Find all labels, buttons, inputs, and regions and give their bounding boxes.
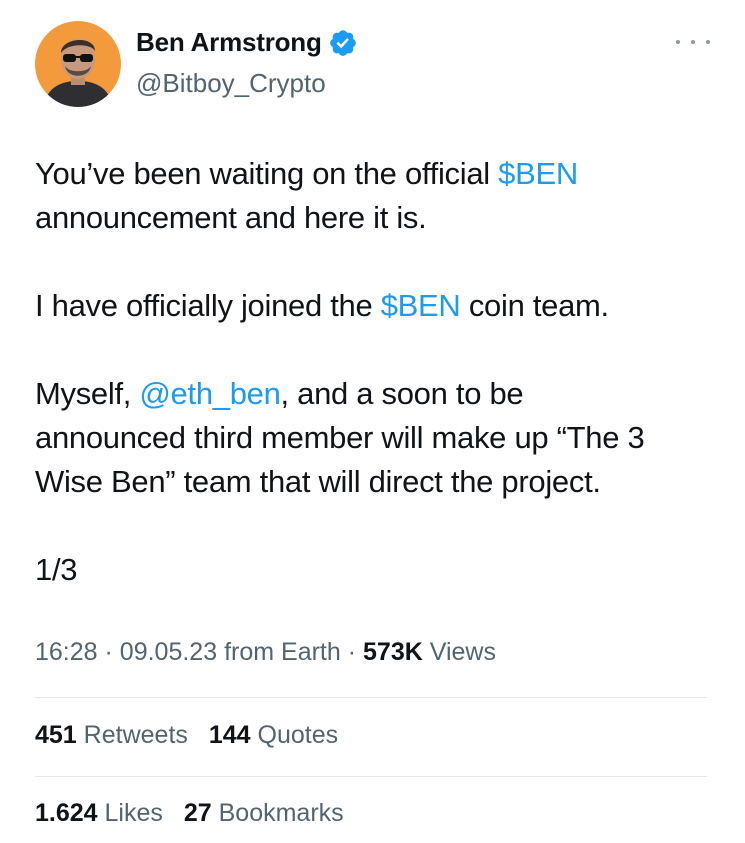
retweets-stat[interactable]: 451 Retweets: [35, 721, 188, 749]
divider: [35, 776, 707, 777]
engagement-row: 1.624 Likes 27 Bookmarks: [35, 799, 358, 828]
more-dot: [676, 40, 680, 44]
cashtag-link[interactable]: $BEN: [381, 288, 461, 323]
tweet-source: from Earth: [224, 638, 341, 666]
text-segment: coin team.: [460, 288, 609, 323]
tweet-date[interactable]: 09.05.23: [120, 638, 217, 666]
tweet-line: Myself, @eth_ben, and a soon to be: [35, 372, 725, 416]
tweet-line: announcement and here it is.: [35, 200, 427, 235]
divider: [35, 697, 707, 698]
tweet-text: You’ve been waiting on the official $BEN…: [35, 152, 725, 592]
tweet-line: I have officially joined the $BEN coin t…: [35, 284, 725, 328]
retweets-count: 451: [35, 721, 77, 749]
quotes-label: Quotes: [257, 721, 339, 749]
separator: ·: [347, 638, 357, 666]
tweet-line: Wise Ben” team that will direct the proj…: [35, 464, 601, 499]
tweet-line: You’ve been waiting on the official $BEN: [35, 152, 725, 196]
thread-counter: 1/3: [35, 552, 78, 587]
quotes-stat[interactable]: 144 Quotes: [209, 721, 338, 749]
views-count: 573K: [363, 638, 423, 666]
cashtag-link[interactable]: $BEN: [498, 156, 578, 191]
mention-link[interactable]: @eth_ben: [139, 376, 280, 411]
bookmarks-stat[interactable]: 27 Bookmarks: [184, 799, 344, 827]
likes-stat[interactable]: 1.624 Likes: [35, 799, 163, 827]
more-dot: [706, 40, 710, 44]
text-segment: Myself,: [35, 376, 140, 411]
author-name-text: Ben Armstrong: [136, 27, 322, 57]
retweets-label: Retweets: [83, 721, 188, 749]
avatar[interactable]: [35, 21, 121, 107]
bookmarks-count: 27: [183, 799, 212, 827]
verified-badge-icon[interactable]: [328, 28, 358, 58]
engagement-row: 451 Retweets 144 Quotes: [35, 721, 352, 750]
separator: ·: [104, 638, 113, 666]
author-handle[interactable]: @Bitboy_Crypto: [136, 68, 326, 99]
likes-count: 1.624: [35, 799, 98, 827]
quotes-count: 144: [208, 721, 251, 749]
tweet-meta: 16:28 · 09.05.23 from Earth · 573K Views: [35, 638, 496, 667]
tweet-time[interactable]: 16:28: [35, 638, 98, 666]
tweet-line: announced third member will make up “The…: [35, 420, 645, 455]
more-options-icon[interactable]: [676, 32, 710, 52]
text-segment: You’ve been waiting on the official: [35, 156, 499, 191]
more-dot: [691, 40, 695, 44]
tweet-card: Ben Armstrong @Bitboy_Crypto You’ve been…: [0, 0, 745, 843]
bookmarks-label: Bookmarks: [218, 799, 344, 827]
views-label: Views: [429, 638, 496, 666]
author-name[interactable]: Ben Armstrong: [136, 27, 358, 58]
text-segment: , and a soon to be: [280, 376, 524, 411]
likes-label: Likes: [104, 799, 163, 827]
text-segment: I have officially joined the: [35, 288, 381, 323]
